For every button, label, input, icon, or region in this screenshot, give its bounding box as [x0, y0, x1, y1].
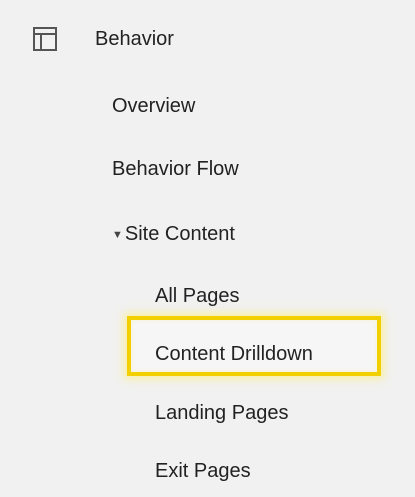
nav-item-exit-pages[interactable]: Exit Pages — [155, 451, 251, 491]
nav-item-content-drilldown[interactable]: Content Drilldown — [155, 334, 313, 374]
sidebar-nav: Behavior Overview Behavior Flow ▼ Site Co… — [0, 0, 415, 497]
nav-item-site-content[interactable]: ▼ Site Content — [112, 214, 235, 254]
nav-item-overview[interactable]: Overview — [112, 86, 195, 126]
nav-item-label: Landing Pages — [155, 402, 289, 424]
nav-item-behavior-flow[interactable]: Behavior Flow — [112, 149, 239, 189]
nav-item-label: Behavior Flow — [112, 158, 239, 180]
section-label: Behavior — [95, 28, 174, 50]
nav-item-label: Overview — [112, 95, 196, 117]
nav-item-label: Content Drilldown — [155, 343, 313, 365]
nav-item-label: Site Content — [124, 223, 235, 245]
nav-item-label: Exit Pages — [155, 460, 251, 482]
layout-icon — [30, 24, 60, 54]
caret-down-icon: ▼ — [112, 229, 123, 241]
section-header-behavior[interactable]: Behavior — [0, 14, 415, 66]
nav-item-landing-pages[interactable]: Landing Pages — [155, 393, 288, 433]
nav-item-all-pages[interactable]: All Pages — [155, 276, 240, 316]
nav-item-label: All Pages — [155, 285, 240, 307]
